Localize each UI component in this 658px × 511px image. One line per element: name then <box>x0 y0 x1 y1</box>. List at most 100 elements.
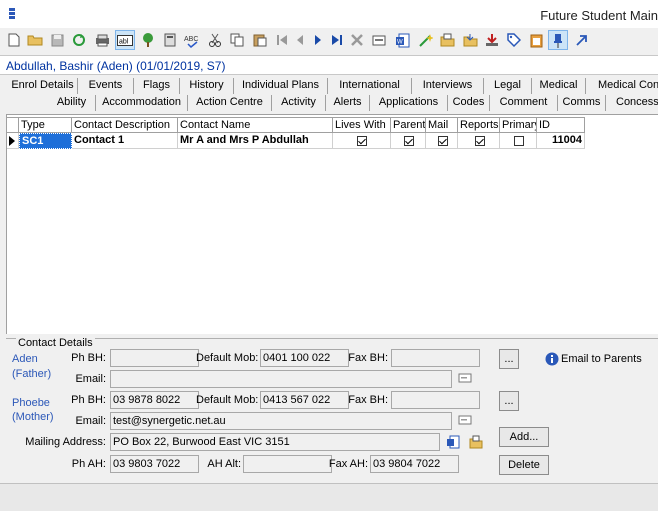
primary-checkbox[interactable] <box>514 136 524 146</box>
column-header-primary[interactable]: Primary <box>500 117 537 133</box>
cell-reports[interactable] <box>458 133 500 149</box>
tab-interviews[interactable]: Interviews <box>412 78 484 94</box>
form-icon[interactable] <box>369 30 389 50</box>
email-compose-icon-2[interactable] <box>458 414 472 428</box>
tab-activity[interactable]: Activity <box>272 95 326 111</box>
save-icon[interactable] <box>47 30 67 50</box>
contact2-more-button[interactable]: ... <box>499 391 519 411</box>
cell-primary[interactable] <box>500 133 537 149</box>
cell-contact-name[interactable]: Mr A and Mrs P Abdullah <box>178 133 333 149</box>
table-row[interactable]: SC1 Contact 1 Mr A and Mrs P Abdullah 11… <box>7 133 585 149</box>
arrow-up-right-icon[interactable] <box>571 30 591 50</box>
column-header-parent[interactable]: Parent <box>391 117 426 133</box>
paste-icon[interactable] <box>250 30 270 50</box>
new-icon[interactable] <box>4 30 24 50</box>
tab-codes[interactable]: Codes <box>448 95 490 111</box>
cut-icon[interactable] <box>205 30 225 50</box>
tag-icon[interactable] <box>504 30 524 50</box>
c1-ph-bh-field[interactable] <box>110 349 199 367</box>
c1-fax-bh-field[interactable] <box>391 349 480 367</box>
word-doc-icon[interactable]: W <box>392 30 412 50</box>
tab-individual-plans[interactable]: Individual Plans <box>234 78 328 94</box>
tab-medical-conditions[interactable]: Medical Condi <box>586 78 658 94</box>
cell-mail[interactable] <box>426 133 458 149</box>
tab-medical[interactable]: Medical <box>532 78 586 94</box>
app-logo-icon <box>6 8 18 22</box>
c2-default-mob-field[interactable]: 0413 567 022 <box>260 391 349 409</box>
tab-comment[interactable]: Comment <box>490 95 558 111</box>
c2-email-field[interactable]: test@synergetic.net.au <box>110 412 452 430</box>
print-folder-icon-address[interactable] <box>469 435 483 449</box>
pin-icon[interactable] <box>548 30 568 50</box>
tab-events[interactable]: Events <box>78 78 134 94</box>
c1-email-field[interactable] <box>110 370 452 388</box>
delete-contact-button[interactable]: Delete <box>499 455 549 475</box>
fax-ah-field[interactable]: 03 9804 7022 <box>370 455 459 473</box>
contact1-more-button[interactable]: ... <box>499 349 519 369</box>
sparkle-arrow-icon[interactable] <box>415 30 435 50</box>
reports-checkbox[interactable] <box>475 136 485 146</box>
download-icon[interactable] <box>482 30 502 50</box>
first-record-icon[interactable] <box>272 30 292 50</box>
cell-parent[interactable] <box>391 133 426 149</box>
clipboard-icon[interactable] <box>526 30 546 50</box>
print-folder-icon[interactable] <box>437 30 457 50</box>
last-record-icon[interactable] <box>327 30 347 50</box>
cell-contact-description[interactable]: Contact 1 <box>72 133 178 149</box>
lives-with-checkbox[interactable] <box>357 136 367 146</box>
tab-comms[interactable]: Comms <box>558 95 606 111</box>
column-header-id[interactable]: ID <box>537 117 585 133</box>
tab-concession[interactable]: Concession <box>606 95 658 111</box>
open-folder-icon[interactable] <box>25 30 45 50</box>
ph-ah-label: Ph AH: <box>71 458 106 470</box>
tab-alerts[interactable]: Alerts <box>326 95 370 111</box>
mailing-address-field[interactable]: PO Box 22, Burwood East VIC 3151 <box>110 433 440 451</box>
parent-checkbox[interactable] <box>404 136 414 146</box>
ah-alt-field[interactable] <box>243 455 332 473</box>
column-header-reports[interactable]: Reports <box>458 117 500 133</box>
tab-accommodation[interactable]: Accommodation <box>96 95 188 111</box>
calculator-icon[interactable] <box>160 30 180 50</box>
tab-flags[interactable]: Flags <box>134 78 180 94</box>
tab-applications[interactable]: Applications <box>370 95 448 111</box>
tab-action-centre[interactable]: Action Centre <box>188 95 272 111</box>
mail-checkbox[interactable] <box>438 136 448 146</box>
tab-legal[interactable]: Legal <box>484 78 532 94</box>
export-folder-icon[interactable] <box>460 30 480 50</box>
email-compose-icon[interactable] <box>458 372 472 386</box>
text-field-icon[interactable]: abl <box>115 30 135 50</box>
email-to-parents-link[interactable]: Email to Parents <box>561 353 642 365</box>
column-header-contact-description[interactable]: Contact Description <box>72 117 178 133</box>
column-header-contact-name[interactable]: Contact Name <box>178 117 333 133</box>
add-contact-button[interactable]: Add... <box>499 427 549 447</box>
tab-ability[interactable]: Ability <box>48 95 96 111</box>
word-doc-icon-address[interactable] <box>446 435 460 449</box>
info-icon[interactable] <box>545 352 559 366</box>
contact2-relation: (Mother) <box>12 411 54 423</box>
delete-icon[interactable] <box>347 30 367 50</box>
mailing-address-label: Mailing Address: <box>25 436 106 448</box>
tree-icon[interactable] <box>138 30 158 50</box>
c2-fax-bh-field[interactable] <box>391 391 480 409</box>
ph-ah-field[interactable]: 03 9803 7022 <box>110 455 199 473</box>
contact2-name: Phoebe <box>12 397 50 409</box>
tab-international[interactable]: International <box>328 78 412 94</box>
spellcheck-icon[interactable]: ABC <box>182 30 202 50</box>
cell-type[interactable]: SC1 <box>19 133 72 149</box>
column-header-mail[interactable]: Mail <box>426 117 458 133</box>
previous-record-icon[interactable] <box>290 30 310 50</box>
column-header-type[interactable]: Type <box>19 117 72 133</box>
tab-enrol-details[interactable]: Enrol Details <box>8 78 78 94</box>
c2-ph-bh-field[interactable]: 03 9878 8022 <box>110 391 199 409</box>
refresh-icon[interactable] <box>69 30 89 50</box>
c2-fax-bh-label: Fax BH: <box>348 394 388 406</box>
cell-lives-with[interactable] <box>333 133 391 149</box>
c1-default-mob-field[interactable]: 0401 100 022 <box>260 349 349 367</box>
tab-history[interactable]: History <box>180 78 234 94</box>
print-icon[interactable] <box>92 30 112 50</box>
next-record-icon[interactable] <box>308 30 328 50</box>
tab-row-2: Ability Accommodation Action Centre Acti… <box>0 95 658 111</box>
c1-email-label: Email: <box>75 373 106 385</box>
copy-icon[interactable] <box>227 30 247 50</box>
column-header-lives-with[interactable]: Lives With <box>333 117 391 133</box>
